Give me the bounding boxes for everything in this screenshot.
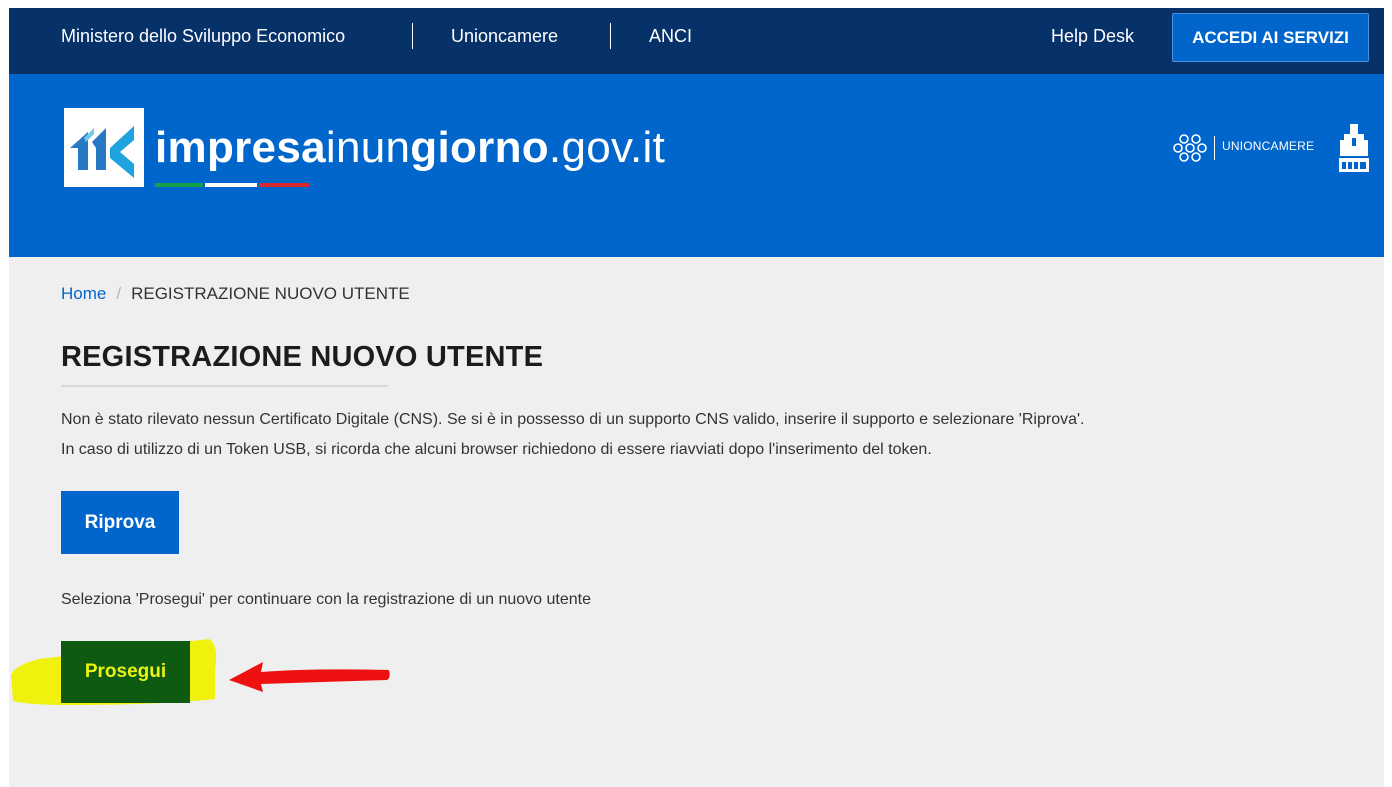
breadcrumb-home-link[interactable]: Home: [61, 284, 106, 303]
site-header: impresainungiorno.gov.it UNIONCAMERE: [9, 74, 1384, 257]
breadcrumb-separator: /: [116, 284, 122, 303]
page-title: REGISTRAZIONE NUOVO UTENTE: [61, 341, 544, 373]
breadcrumb-current: REGISTRAZIONE NUOVO UTENTE: [131, 284, 410, 303]
impresainungiorno-logo-icon[interactable]: [64, 108, 144, 187]
top-nav-bar: Ministero dello Sviluppo Economico Union…: [9, 8, 1384, 74]
riprova-button[interactable]: Riprova: [61, 491, 179, 554]
red-arrow-annotation: [229, 662, 390, 692]
italian-flag-white-stripe: [205, 183, 257, 187]
nav-divider: [610, 23, 611, 49]
link-unioncamere[interactable]: Unioncamere: [451, 8, 558, 65]
link-anci[interactable]: ANCI: [649, 8, 692, 65]
breadcrumb: Home / REGISTRAZIONE NUOVO UTENTE: [61, 284, 410, 304]
nav-divider: [412, 23, 413, 49]
link-help-desk[interactable]: Help Desk: [1051, 8, 1134, 65]
link-ministero[interactable]: Ministero dello Sviluppo Economico: [61, 8, 345, 65]
italian-flag-green-stripe: [155, 183, 203, 187]
italian-flag-red-stripe: [259, 183, 309, 187]
prosegui-button[interactable]: Prosegui: [61, 641, 190, 703]
partner-divider: [1214, 136, 1215, 160]
logo-wordmark[interactable]: impresainungiorno.gov.it: [155, 122, 665, 174]
usb-token-note: In caso di utilizzo di un Token USB, si …: [61, 441, 932, 458]
accedi-ai-servizi-button[interactable]: ACCEDI AI SERVIZI: [1172, 13, 1369, 62]
unioncamere-logo-icon: [1173, 134, 1207, 162]
anci-logo-icon: [1339, 124, 1369, 172]
title-underline: [61, 385, 388, 387]
cns-not-found-message: Non è stato rilevato nessun Certificato …: [61, 411, 1085, 428]
unioncamere-label: UNIONCAMERE: [1222, 139, 1315, 153]
page: Ministero dello Sviluppo Economico Union…: [9, 8, 1384, 787]
prosegui-hint: Seleziona 'Prosegui' per continuare con …: [61, 591, 592, 608]
partner-logos: UNIONCAMERE: [1172, 122, 1372, 174]
